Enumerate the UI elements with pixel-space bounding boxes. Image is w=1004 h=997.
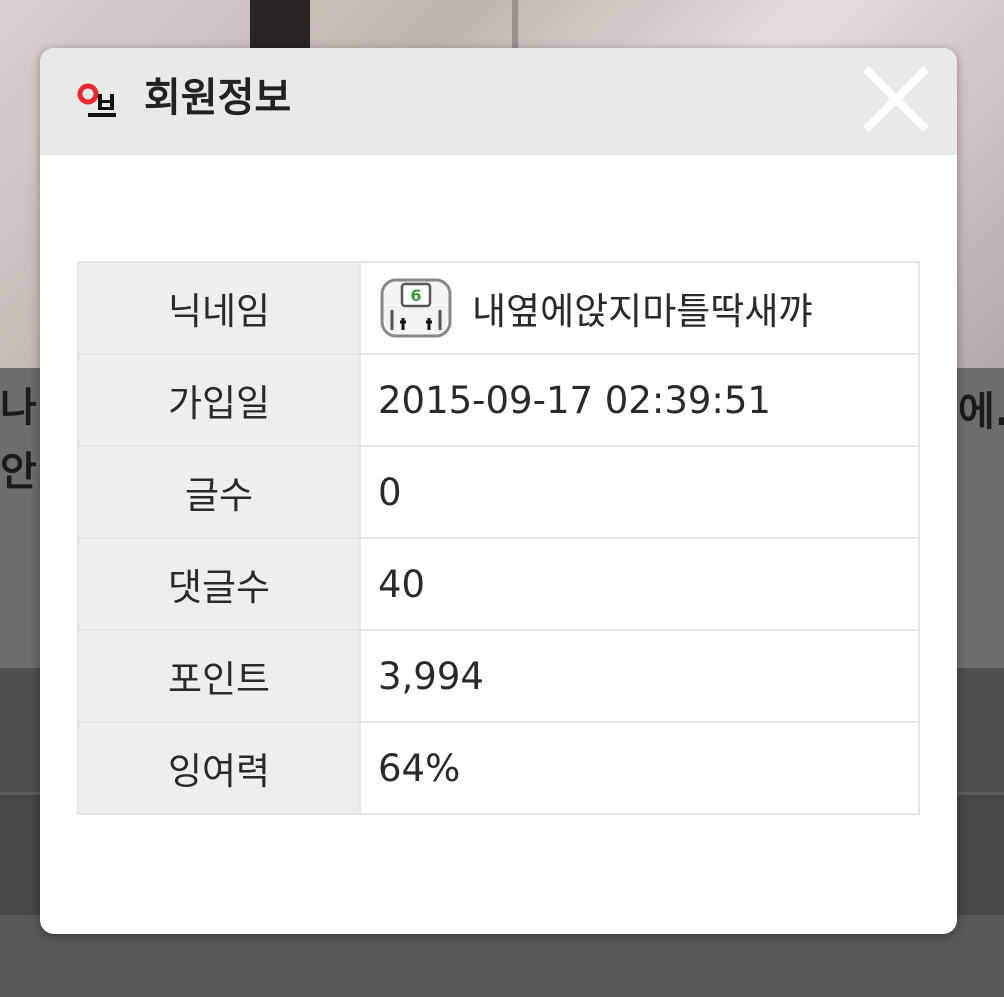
- surplus-label: 잉여력: [77, 721, 361, 815]
- post-count-label: 글수: [77, 445, 361, 539]
- nickname-cell: 6 내옆에앉지마틀딱새꺄: [359, 261, 920, 355]
- table-row: 닉네임 6 내옆에앉지마틀딱새꺄: [77, 261, 920, 355]
- background-text-fragment: 안: [0, 449, 37, 495]
- surplus-value: 64%: [359, 721, 920, 815]
- points-value: 3,994: [359, 629, 920, 723]
- comment-count-label: 댓글수: [77, 537, 361, 631]
- member-info-table: 닉네임 6 내옆에앉지마틀딱새꺄 가입일 2015-09-17 02:39:51: [77, 261, 920, 815]
- table-row: 가입일 2015-09-17 02:39:51: [77, 353, 920, 447]
- member-info-dialog: 회원정보 닉네임 6 내옆에앉지마틀딱새꺄 가입일 2015-09-17 02:…: [40, 48, 957, 934]
- nickname-value: 내옆에앉지마틀딱새꺄: [472, 290, 813, 333]
- post-count-value: 0: [359, 445, 920, 539]
- dialog-title: 회원정보: [144, 75, 292, 121]
- join-date-value: 2015-09-17 02:39:51: [359, 353, 920, 447]
- level-badge-icon: 6: [380, 278, 452, 338]
- dialog-header: 회원정보: [40, 48, 957, 155]
- table-row: 잉여력 64%: [77, 721, 920, 815]
- table-row: 글수 0: [77, 445, 920, 539]
- svg-text:6: 6: [410, 286, 421, 305]
- join-date-label: 가입일: [77, 353, 361, 447]
- close-icon[interactable]: [863, 66, 929, 132]
- table-row: 댓글수 40: [77, 537, 920, 631]
- table-row: 포인트 3,994: [77, 629, 920, 723]
- nickname-label: 닉네임: [77, 261, 361, 355]
- background-text-fragment: 에...: [958, 389, 1004, 435]
- points-label: 포인트: [77, 629, 361, 723]
- comment-count-value: 40: [359, 537, 920, 631]
- background-text-fragment: 나: [0, 385, 37, 431]
- member-info-icon: [77, 83, 116, 117]
